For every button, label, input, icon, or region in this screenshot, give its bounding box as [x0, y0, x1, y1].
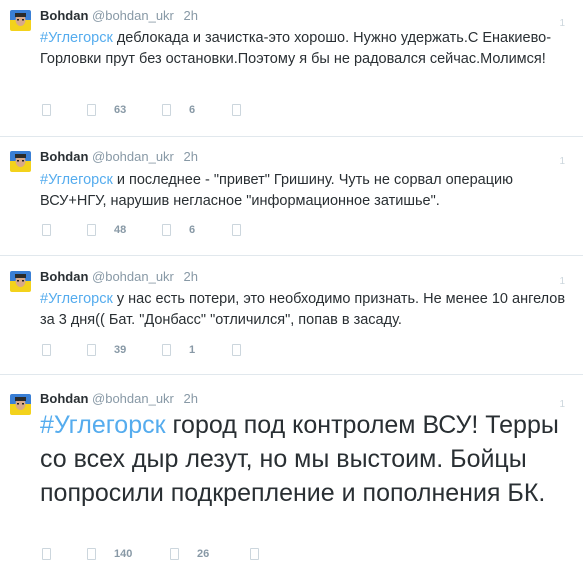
favorite-count: 6: [189, 224, 196, 236]
favorite-button[interactable]: 6: [162, 104, 195, 118]
tweet-header: Bohdan @bohdan_ukr 2h: [40, 269, 198, 285]
favorite-button[interactable]: 1: [162, 344, 195, 358]
author-handle[interactable]: @bohdan_ukr: [92, 269, 174, 284]
hashtag-link[interactable]: #Углегорск: [40, 411, 166, 439]
author-handle[interactable]: @bohdan_ukr: [92, 149, 174, 164]
favorite-icon: [162, 224, 171, 236]
favorite-icon: [162, 104, 171, 116]
tweet-text: #Углегорск город под контролем ВСУ! Терр…: [40, 408, 573, 510]
tweet-2: Bohdan @bohdan_ukr 2h 1 #Углегорск и пос…: [0, 137, 583, 255]
retweet-icon: [87, 224, 96, 236]
tweet-header: Bohdan @bohdan_ukr 2h: [40, 8, 198, 24]
tweet-text: #Углегорск у нас есть потери, это необхо…: [40, 289, 573, 331]
favorite-count: 26: [197, 548, 210, 560]
retweet-button[interactable]: 63: [87, 104, 126, 118]
retweet-button[interactable]: 39: [87, 344, 126, 358]
timestamp[interactable]: 2h: [184, 269, 198, 284]
tweet-1: Bohdan @bohdan_ukr 2h 1 #Углегорск дебло…: [0, 0, 583, 136]
tweet-3: Bohdan @bohdan_ukr 2h 1 #Углегорск у нас…: [0, 256, 583, 374]
author-name[interactable]: Bohdan: [40, 269, 88, 284]
author-handle[interactable]: @bohdan_ukr: [92, 8, 174, 23]
more-icon[interactable]: [232, 344, 241, 358]
avatar[interactable]: [10, 151, 31, 172]
retweet-count: 48: [114, 224, 127, 236]
author-name[interactable]: Bohdan: [40, 391, 88, 406]
favorite-button[interactable]: 6: [162, 224, 195, 238]
retweet-icon: [87, 344, 96, 356]
retweet-count: 140: [114, 548, 133, 560]
avatar[interactable]: [10, 394, 31, 415]
tweet-header: Bohdan @bohdan_ukr 2h: [40, 391, 198, 407]
favorite-count: 6: [189, 104, 196, 116]
author-handle[interactable]: @bohdan_ukr: [92, 391, 174, 406]
retweet-button[interactable]: 140: [87, 548, 132, 562]
corner-counter: 1: [559, 276, 565, 287]
more-icon[interactable]: [232, 224, 241, 238]
reply-icon[interactable]: [42, 344, 51, 358]
retweet-icon: [87, 548, 96, 560]
hashtag-link[interactable]: #Углегорск: [40, 172, 113, 188]
tweet-text: #Углегорск и последнее - "привет" Гришин…: [40, 170, 573, 212]
timestamp[interactable]: 2h: [184, 391, 198, 406]
reply-icon[interactable]: [42, 104, 51, 118]
tweet-text: #Углегорск деблокада и зачистка-это хоро…: [40, 28, 573, 70]
more-icon[interactable]: [232, 104, 241, 118]
favorite-icon: [170, 548, 179, 560]
tweet-header: Bohdan @bohdan_ukr 2h: [40, 149, 198, 165]
favorite-icon: [162, 344, 171, 356]
tweet-body: у нас есть потери, это необходимо призна…: [40, 291, 566, 328]
hashtag-link[interactable]: #Углегорск: [40, 291, 113, 307]
favorite-button[interactable]: 26: [170, 548, 209, 562]
retweet-count: 63: [114, 104, 127, 116]
more-icon[interactable]: [250, 548, 259, 562]
author-name[interactable]: Bohdan: [40, 8, 88, 23]
reply-icon[interactable]: [42, 548, 51, 562]
retweet-count: 39: [114, 344, 127, 356]
retweet-button[interactable]: 48: [87, 224, 126, 238]
timestamp[interactable]: 2h: [184, 149, 198, 164]
tweet-4: Bohdan @bohdan_ukr 2h 1 #Углегорск город…: [0, 375, 583, 579]
avatar[interactable]: [10, 271, 31, 292]
favorite-count: 1: [189, 344, 196, 356]
retweet-icon: [87, 104, 96, 116]
reply-icon[interactable]: [42, 224, 51, 238]
timestamp[interactable]: 2h: [184, 8, 198, 23]
author-name[interactable]: Bohdan: [40, 149, 88, 164]
hashtag-link[interactable]: #Углегорск: [40, 30, 113, 46]
tweet-body: деблокада и зачистка-это хорошо. Нужно у…: [40, 30, 552, 67]
corner-counter: 1: [559, 156, 565, 167]
avatar[interactable]: [10, 10, 31, 31]
